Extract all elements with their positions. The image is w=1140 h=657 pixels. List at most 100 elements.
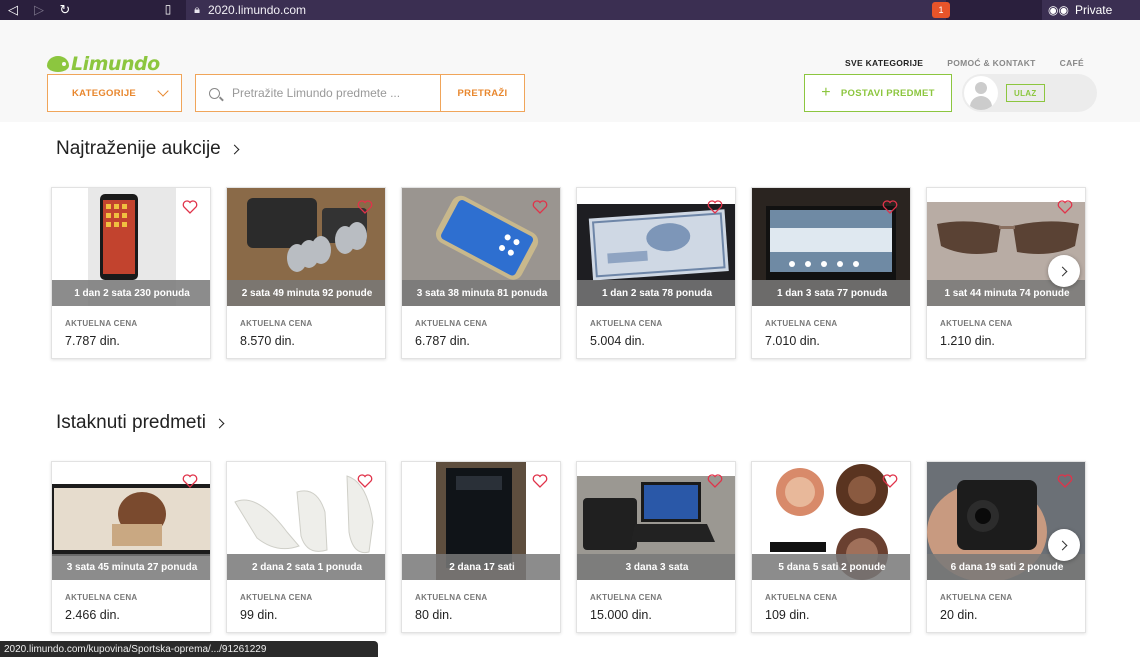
url-text: 2020.limundo.com — [208, 3, 307, 17]
price-value: 6.787 din. — [415, 334, 470, 348]
chevron-right-icon — [1057, 266, 1068, 276]
auction-cards-row: 1 dan 2 sata 230 ponuda AKTUELNA CENA 7.… — [51, 187, 1086, 359]
shield-count: 1 — [938, 5, 944, 15]
limundo-logo[interactable]: Limundo — [47, 52, 160, 76]
price-value: 7.787 din. — [65, 334, 120, 348]
carousel-next-button[interactable] — [1048, 255, 1080, 287]
price-label: AKTUELNA CENA — [765, 593, 838, 602]
section-title-text: Istaknuti predmeti — [56, 412, 206, 433]
product-card[interactable]: 2 sata 49 minuta 92 ponude AKTUELNA CENA… — [226, 187, 386, 359]
price-label: AKTUELNA CENA — [940, 319, 1013, 328]
product-card[interactable]: 3 sata 45 minuta 27 ponuda AKTUELNA CENA… — [51, 461, 211, 633]
post-item-button[interactable]: + POSTAVI PREDMET — [804, 74, 952, 112]
price-label: AKTUELNA CENA — [940, 593, 1013, 602]
price-label: AKTUELNA CENA — [240, 593, 313, 602]
heart-icon[interactable] — [882, 474, 898, 488]
heart-icon[interactable] — [357, 474, 373, 488]
search-box — [195, 74, 441, 112]
heart-icon[interactable] — [1057, 200, 1073, 214]
lemon-icon — [47, 56, 69, 72]
heart-icon[interactable] — [182, 200, 198, 214]
bookmark-icon[interactable]: ▯ — [160, 2, 176, 18]
auction-time: 1 dan 2 sata 230 ponuda — [52, 280, 210, 306]
price-value: 2.466 din. — [65, 608, 120, 622]
price-value: 109 din. — [765, 608, 810, 622]
site-header: Limundo SVE KATEGORIJE POMOĆ & KONTAKT C… — [0, 20, 1140, 122]
chevron-right-icon — [229, 144, 240, 154]
price-value: 80 din. — [415, 608, 453, 622]
price-value: 7.010 din. — [765, 334, 820, 348]
nav-cafe[interactable]: CAFÉ — [1060, 58, 1084, 68]
post-item-label: POSTAVI PREDMET — [840, 87, 935, 99]
price-value: 15.000 din. — [590, 608, 652, 622]
auction-time: 5 dana 5 sati 2 ponude — [752, 554, 910, 580]
auction-time: 3 sata 38 minuta 81 ponuda — [402, 280, 560, 306]
address-bar[interactable]: 🔒︎ 2020.limundo.com — [186, 0, 946, 20]
categories-label: KATEGORIJE — [72, 87, 137, 99]
status-bar-url: 2020.limundo.com/kupovina/Sportska-oprem… — [0, 641, 378, 657]
heart-icon[interactable] — [532, 200, 548, 214]
back-icon[interactable]: ◁ — [0, 0, 26, 20]
price-label: AKTUELNA CENA — [590, 593, 663, 602]
price-value: 20 din. — [940, 608, 978, 622]
top-nav: SVE KATEGORIJE POMOĆ & KONTAKT CAFÉ — [845, 58, 1084, 68]
price-label: AKTUELNA CENA — [415, 319, 488, 328]
forward-icon[interactable]: ▷ — [26, 0, 52, 20]
heart-icon[interactable] — [1057, 474, 1073, 488]
private-indicator: ◉◉ Private — [1042, 0, 1140, 20]
reload-icon[interactable]: ↻ — [52, 0, 78, 20]
product-card[interactable]: 3 sata 38 minuta 81 ponuda AKTUELNA CENA… — [401, 187, 561, 359]
price-value: 5.004 din. — [590, 334, 645, 348]
price-label: AKTUELNA CENA — [240, 319, 313, 328]
auction-time: 3 sata 45 minuta 27 ponuda — [52, 554, 210, 580]
price-value: 1.210 din. — [940, 334, 995, 348]
auction-time: 3 dana 3 sata — [577, 554, 735, 580]
heart-icon[interactable] — [357, 200, 373, 214]
lock-icon: 🔒︎ — [194, 3, 200, 16]
chevron-right-icon — [1057, 540, 1068, 550]
nav-pomoc-kontakt[interactable]: POMOĆ & KONTAKT — [947, 58, 1035, 68]
price-value: 8.570 din. — [240, 334, 295, 348]
plus-icon: + — [821, 84, 831, 101]
product-card[interactable]: 2 dana 17 sati AKTUELNA CENA 80 din. — [401, 461, 561, 633]
nav-sve-kategorije[interactable]: SVE KATEGORIJE — [845, 58, 923, 68]
search-button[interactable]: PRETRAŽI — [440, 74, 525, 112]
shield-icon[interactable]: 1 — [932, 2, 950, 18]
product-card[interactable]: 2 dana 2 sata 1 ponuda AKTUELNA CENA 99 … — [226, 461, 386, 633]
product-card[interactable]: 5 dana 5 sati 2 ponude AKTUELNA CENA 109… — [751, 461, 911, 633]
product-card[interactable]: 1 dan 2 sata 230 ponuda AKTUELNA CENA 7.… — [51, 187, 211, 359]
heart-icon[interactable] — [882, 200, 898, 214]
chevron-right-icon — [214, 418, 225, 428]
auction-time: 2 dana 2 sata 1 ponuda — [227, 554, 385, 580]
heart-icon[interactable] — [707, 200, 723, 214]
section-title-text: Najtraženije aukcije — [56, 138, 221, 159]
login-button[interactable]: ULAZ — [1006, 84, 1045, 102]
price-label: AKTUELNA CENA — [65, 319, 138, 328]
heart-icon[interactable] — [532, 474, 548, 488]
avatar[interactable] — [964, 76, 998, 110]
price-label: AKTUELNA CENA — [65, 593, 138, 602]
product-card[interactable]: 1 dan 2 sata 78 ponuda AKTUELNA CENA 5.0… — [576, 187, 736, 359]
heart-icon[interactable] — [182, 474, 198, 488]
search-input[interactable] — [232, 86, 432, 100]
search-icon — [196, 87, 232, 99]
categories-dropdown[interactable]: KATEGORIJE — [47, 74, 182, 112]
price-label: AKTUELNA CENA — [590, 319, 663, 328]
chevron-down-icon — [157, 85, 169, 97]
carousel-next-button[interactable] — [1048, 529, 1080, 561]
sunglasses-icon: ◉◉ — [1048, 3, 1069, 17]
private-label: Private — [1074, 3, 1113, 17]
logo-text: Limundo — [71, 53, 160, 75]
section-title-najtrazenije[interactable]: Najtraženije aukcije — [56, 138, 240, 160]
user-menu: ULAZ — [962, 74, 1097, 112]
section-title-istaknuti[interactable]: Istaknuti predmeti — [56, 412, 225, 434]
product-card[interactable]: 3 dana 3 sata AKTUELNA CENA 15.000 din. — [576, 461, 736, 633]
auction-time: 2 sata 49 minuta 92 ponude — [227, 280, 385, 306]
heart-icon[interactable] — [707, 474, 723, 488]
featured-cards-row: 3 sata 45 minuta 27 ponuda AKTUELNA CENA… — [51, 461, 1086, 633]
price-value: 99 din. — [240, 608, 278, 622]
price-label: AKTUELNA CENA — [765, 319, 838, 328]
product-card[interactable]: 1 dan 3 sata 77 ponuda AKTUELNA CENA 7.0… — [751, 187, 911, 359]
auction-time: 1 dan 3 sata 77 ponuda — [752, 280, 910, 306]
price-label: AKTUELNA CENA — [415, 593, 488, 602]
